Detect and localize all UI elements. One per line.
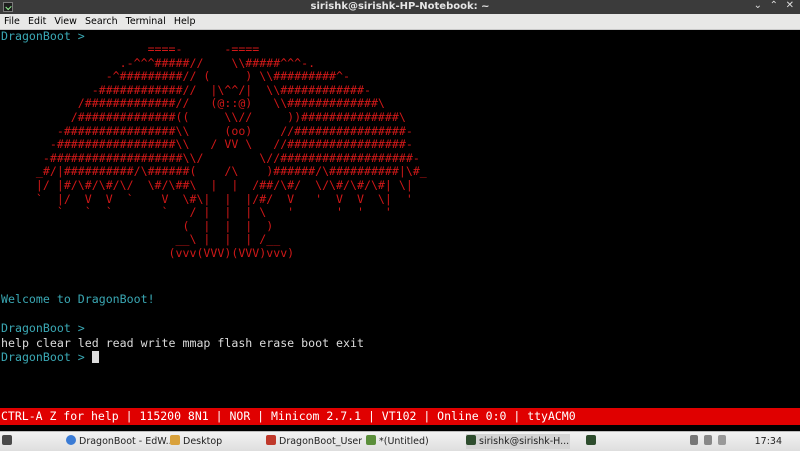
clock[interactable]: 17:34 bbox=[755, 434, 782, 449]
window-title: sirishk@sirishk-HP-Notebook: ~ bbox=[310, 1, 490, 12]
maximize-button[interactable]: ⌃ bbox=[770, 0, 778, 11]
taskbar: DragonBoot - EdW... Desktop DragonBoot_U… bbox=[0, 431, 800, 451]
prompt-line: DragonBoot > bbox=[1, 321, 85, 335]
taskbar-item-label: DragonBoot_User... bbox=[279, 436, 362, 447]
taskbar-item-label: Desktop bbox=[183, 436, 223, 447]
taskbar-item-editor[interactable]: *(Untitled) bbox=[366, 434, 460, 449]
text-cursor bbox=[91, 351, 99, 363]
volume-icon[interactable] bbox=[718, 435, 727, 445]
window-titlebar: sirishk@sirishk-HP-Notebook: ~ ⌄ ⌃ ✕ bbox=[0, 0, 800, 14]
terminal-area[interactable]: DragonBoot > ====- -==== .-^^^#####// \\… bbox=[0, 29, 800, 408]
taskbar-item-terminal[interactable]: sirishk@sirishk-H... bbox=[466, 434, 570, 449]
terminal-icon bbox=[466, 435, 476, 445]
chrome-icon bbox=[66, 435, 76, 445]
menu-bar: File Edit View Search Terminal Help bbox=[0, 14, 800, 30]
taskbar-item-browser[interactable]: DragonBoot - EdW... bbox=[66, 434, 170, 449]
taskbar-item-label: *(Untitled) bbox=[379, 436, 429, 447]
command-list: help clear led read write mmap flash era… bbox=[1, 336, 364, 350]
menu-icon bbox=[2, 435, 12, 445]
minimize-button[interactable]: ⌄ bbox=[754, 0, 762, 11]
welcome-message: Welcome to DragonBoot! bbox=[1, 292, 155, 306]
taskbar-item-label: sirishk@sirishk-H... bbox=[479, 436, 570, 447]
taskbar-item-pdf[interactable]: DragonBoot_User... bbox=[266, 434, 362, 449]
menu-view[interactable]: View bbox=[54, 14, 77, 29]
folder-icon bbox=[170, 435, 180, 445]
menu-search[interactable]: Search bbox=[85, 14, 118, 29]
menu-file[interactable]: File bbox=[4, 14, 20, 29]
menu-edit[interactable]: Edit bbox=[28, 14, 46, 29]
close-button[interactable]: ✕ bbox=[786, 0, 794, 11]
taskbar-item-label: DragonBoot - EdW... bbox=[79, 436, 170, 447]
menu-help[interactable]: Help bbox=[174, 14, 196, 29]
text-editor-icon bbox=[366, 435, 376, 445]
network-icon[interactable] bbox=[704, 435, 713, 445]
start-menu-button[interactable] bbox=[2, 434, 16, 449]
dragon-ascii-art: ====- -==== .-^^^#####// \\#####^^^-. -^… bbox=[35, 42, 427, 260]
battery-icon[interactable] bbox=[690, 435, 698, 445]
pdf-icon bbox=[266, 435, 276, 445]
minicom-status-bar: CTRL-A Z for help | 115200 8N1 | NOR | M… bbox=[0, 408, 800, 425]
taskbar-item-desktop[interactable]: Desktop bbox=[170, 434, 262, 449]
terminal-icon bbox=[586, 435, 596, 445]
prompt-text: DragonBoot > bbox=[1, 350, 85, 364]
system-tray bbox=[690, 434, 750, 449]
active-prompt-line: DragonBoot > bbox=[1, 350, 99, 365]
menu-terminal[interactable]: Terminal bbox=[126, 14, 166, 29]
taskbar-item-terminal-2[interactable] bbox=[586, 434, 600, 449]
